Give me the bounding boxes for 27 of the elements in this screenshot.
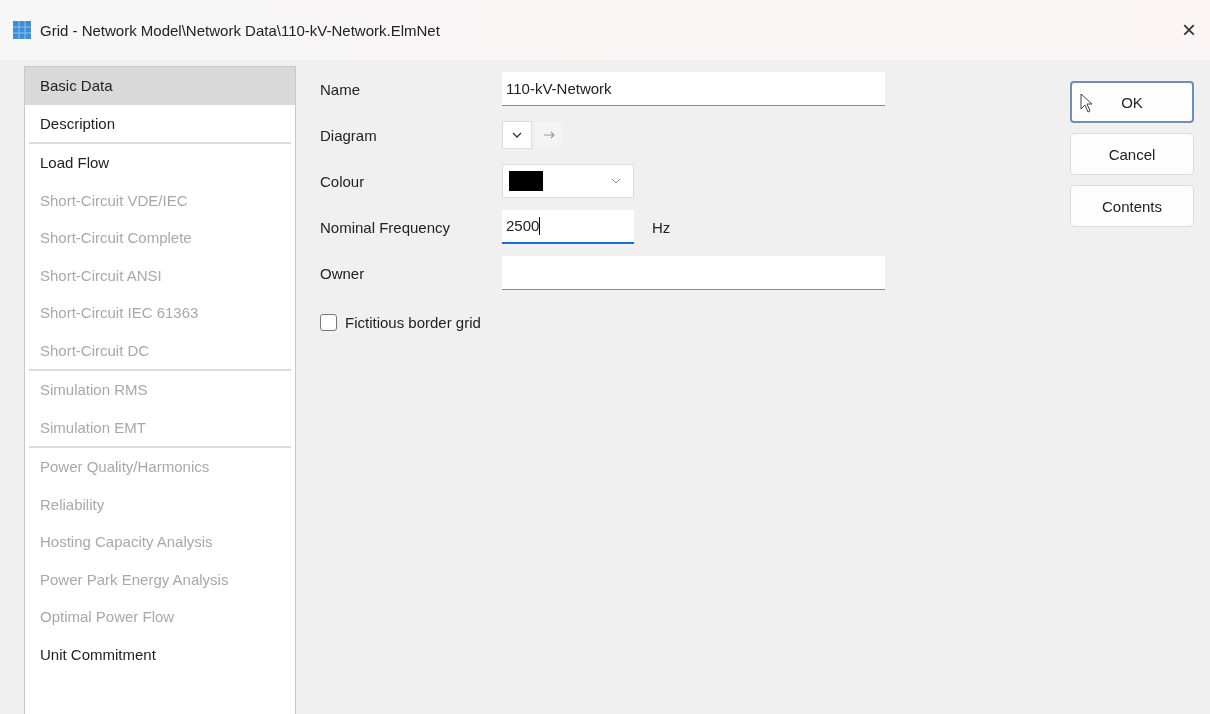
field-label: Diagram [320, 126, 378, 144]
field-label: Colour [320, 172, 366, 190]
dialog-button[interactable]: Contents [1070, 185, 1194, 227]
checkbox[interactable] [320, 314, 337, 331]
text-field[interactable]: 2500 [502, 210, 634, 244]
field-label: Nominal Frequency [320, 218, 452, 236]
sidebar-item[interactable]: Unit Commitment [25, 635, 295, 673]
chevron-down-icon [512, 132, 522, 138]
text-field[interactable] [502, 256, 885, 290]
sidebar-item[interactable]: Basic Data [25, 67, 295, 105]
field-label: Name [320, 80, 361, 98]
mouse-pointer-icon [1080, 93, 1094, 113]
window-title: Grid - Network Model\Network Data\110-kV-Network.ElmNet [40, 21, 441, 39]
dialog-button[interactable]: Cancel [1070, 133, 1194, 175]
unit-label: Hz [652, 218, 671, 236]
checkbox-label: Fictitious border grid [345, 314, 481, 331]
dropdown-button[interactable] [502, 121, 532, 149]
colour-dropdown[interactable] [502, 164, 634, 198]
field-label: Owner [320, 264, 366, 282]
dialog-button[interactable]: OK [1070, 81, 1194, 123]
chevron-down-icon [611, 178, 621, 184]
text-field[interactable]: 110-kV-Network [502, 72, 885, 106]
sidebar-item[interactable]: Load Flow [25, 144, 295, 182]
grid-icon [13, 21, 31, 39]
close-button[interactable]: × [1168, 8, 1210, 52]
sidebar-item[interactable]: Description [25, 104, 295, 142]
arrow-right-icon [543, 131, 555, 139]
